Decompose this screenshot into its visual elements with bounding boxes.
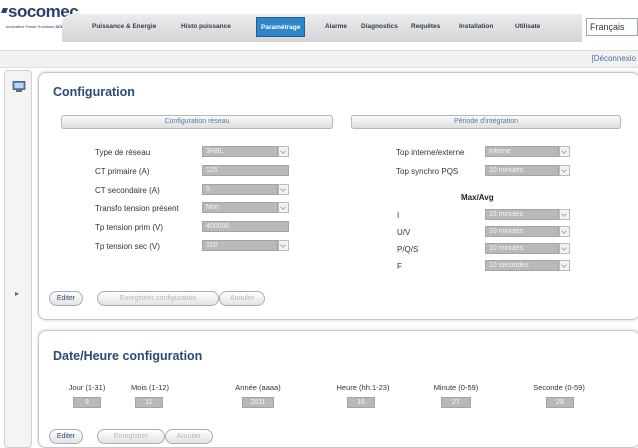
save-config-button[interactable]: Enregistrer configuration [97, 291, 219, 306]
maxavg-i-dropdown-icon[interactable] [559, 209, 570, 220]
maxavg-f-dropdown-icon[interactable] [559, 260, 570, 271]
day-label: Jour (1-31) [68, 383, 106, 392]
ct-secondary-select[interactable]: 5 [202, 184, 278, 195]
minute-value[interactable]: 27 [441, 397, 471, 408]
ct-secondary-label: CT secondaire (A) [95, 186, 160, 195]
voltage-transformer-label: Transfo tension présent [95, 204, 179, 213]
voltage-transformer-select[interactable]: Non [202, 202, 278, 213]
language-select[interactable]: Français [586, 18, 638, 36]
year-label: Année (aaaa) [235, 383, 281, 392]
nav-puissance-energie[interactable]: Puissance & Energie [92, 17, 156, 37]
top-source-dropdown-icon[interactable] [559, 146, 570, 157]
top-synchro-label: Top synchro PQS [396, 167, 459, 176]
cancel-datetime-button[interactable]: Annuler [165, 429, 213, 444]
vt-primary-input[interactable]: 400000 [202, 221, 289, 232]
hour-value[interactable]: 16 [347, 397, 375, 408]
nav-requetes[interactable]: Requêtes [411, 17, 440, 37]
second-value[interactable]: 28 [546, 397, 574, 408]
save-datetime-button[interactable]: Enregistrer [97, 429, 165, 444]
cancel-config-button[interactable]: Annuler [219, 291, 265, 306]
section-network-config[interactable]: Configuration réseau [61, 115, 333, 129]
vt-secondary-select[interactable]: 100 [202, 240, 278, 251]
nav-diagnostics[interactable]: Diagnostics [361, 17, 398, 37]
year-value[interactable]: 2011 [242, 397, 274, 408]
config-title: Configuration [53, 85, 135, 99]
top-synchro-dropdown-icon[interactable] [559, 165, 570, 176]
minute-label: Minute (0-59) [433, 383, 479, 392]
maxavg-title: Max/Avg [461, 193, 494, 202]
edit-datetime-button[interactable]: Editer [49, 429, 83, 444]
ct-secondary-dropdown-icon[interactable] [278, 184, 289, 195]
maxavg-pqs-label: P/Q/S [397, 245, 419, 254]
maxavg-i-select[interactable]: 15 minutes [485, 209, 559, 220]
network-type-select[interactable]: 3NBL [202, 146, 278, 157]
top-source-label: Top interne/externe [396, 148, 465, 157]
voltage-transformer-dropdown-icon[interactable] [278, 202, 289, 213]
nav-installation[interactable]: Installation [459, 17, 493, 37]
hour-label: Heure (hh:1-23) [336, 383, 390, 392]
maxavg-uv-dropdown-icon[interactable] [559, 226, 570, 237]
top-synchro-select[interactable]: 10 minutes [485, 165, 559, 176]
datetime-title: Date/Heure configuration [53, 349, 203, 363]
ct-primary-label: CT primaire (A) [95, 167, 150, 176]
maxavg-f-label: F [397, 262, 402, 271]
ct-primary-input[interactable]: 125 [202, 165, 289, 176]
maxavg-f-select[interactable]: 10 secondes [485, 260, 559, 271]
day-value[interactable]: 9 [73, 397, 101, 408]
month-value[interactable]: 11 [135, 397, 163, 408]
maxavg-uv-label: U/V [397, 228, 411, 237]
maxavg-pqs-dropdown-icon[interactable] [559, 243, 570, 254]
sub-bar: [Déconnexio [0, 50, 638, 68]
maxavg-i-label: I [397, 211, 400, 220]
computer-icon[interactable] [12, 81, 26, 93]
maxavg-uv-select[interactable]: 10 minutes [485, 226, 559, 237]
network-type-label: Type de réseau [95, 148, 151, 157]
nav-utilisateurs[interactable]: Utilisate [515, 17, 540, 37]
configuration-panel: Configuration Configuration réseau Pério… [38, 72, 638, 320]
maxavg-pqs-select[interactable]: 10 minutes [485, 243, 559, 254]
nav-histo-puissance[interactable]: Histo puissance [181, 17, 231, 37]
nav-alarme[interactable]: Alarme [325, 17, 347, 37]
nav-parametrage[interactable]: Paramétrage [256, 17, 306, 37]
sidebar: ▸ [4, 70, 32, 448]
vt-secondary-label: Tp tension sec (V) [95, 242, 160, 251]
edit-config-button[interactable]: Editer [49, 291, 83, 306]
month-label: Mois (1-12) [131, 383, 169, 392]
logout-link[interactable]: [Déconnexio [592, 54, 636, 63]
logo-mark-icon [1, 8, 8, 13]
top-source-select[interactable]: Interne [485, 146, 559, 157]
header: socomec Innovative Power Solutions SCP P… [0, 0, 638, 44]
expand-sidebar-icon[interactable]: ▸ [15, 289, 19, 298]
vt-secondary-dropdown-icon[interactable] [278, 240, 289, 251]
datetime-panel: Date/Heure configuration Jour (1-31) 9 M… [38, 330, 638, 448]
second-label: Seconde (0-59) [533, 383, 585, 392]
brand-tagline: Innovative Power Solutions SCP [6, 24, 64, 29]
vt-primary-label: Tp tension prim (V) [95, 223, 164, 232]
section-integration-period[interactable]: Période d'intégration [351, 115, 621, 129]
network-type-dropdown-icon[interactable] [278, 146, 289, 157]
